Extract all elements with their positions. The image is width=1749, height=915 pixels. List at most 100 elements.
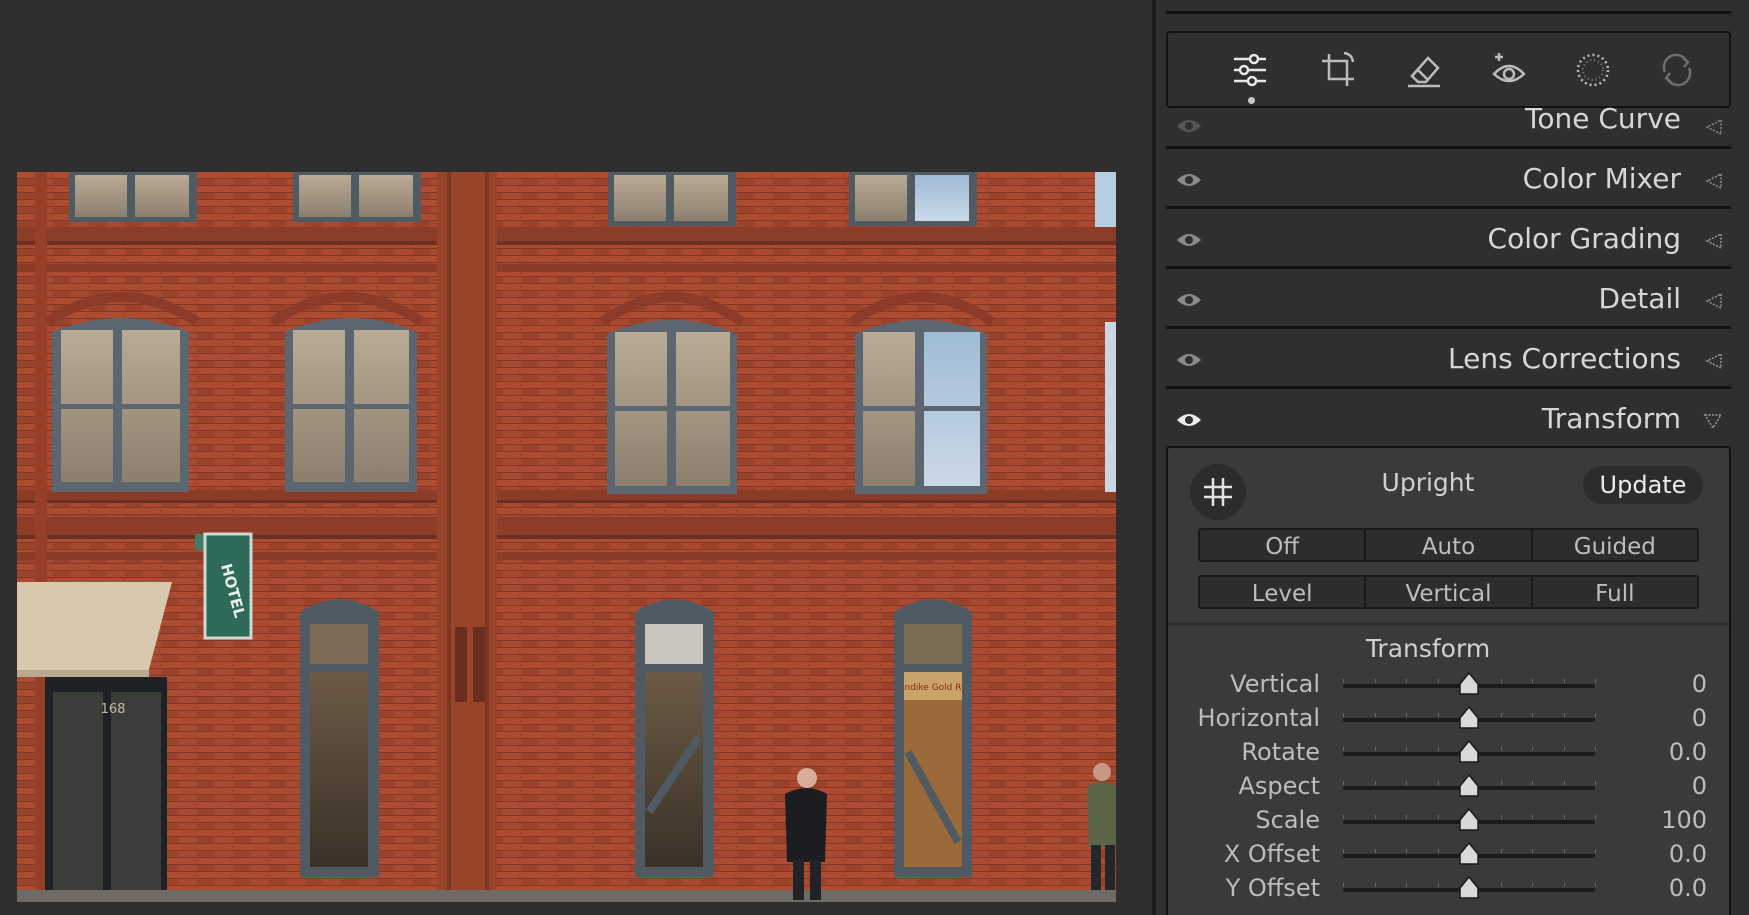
slider-tick [1563,679,1565,683]
slider-label: Aspect [1238,772,1320,800]
section-transform[interactable]: Transform [1166,394,1731,448]
slider-tick [1343,679,1344,683]
upright-vertical-button[interactable]: Vertical [1366,577,1533,607]
section-detail[interactable]: Detail [1166,274,1731,328]
slider-tick [1406,883,1407,887]
slider-tick [1595,849,1596,853]
transform-separator [1168,623,1729,625]
slider-thumb[interactable] [1458,706,1480,730]
slider-track[interactable] [1343,672,1596,695]
slider-value[interactable]: 0.0 [1669,840,1707,868]
slider-tick [1532,781,1533,785]
slider-tick [1563,849,1565,853]
slider-tick [1343,815,1344,819]
slider-thumb[interactable] [1458,876,1480,900]
slider-tick [1406,815,1407,819]
slider-tick [1500,815,1502,819]
upright-off-button[interactable]: Off [1200,530,1367,560]
section-rule [1166,266,1731,269]
slider-tick [1406,679,1407,683]
slider-value[interactable]: 0.0 [1669,874,1707,902]
upright-auto-button[interactable]: Auto [1366,530,1533,560]
slider-track[interactable] [1343,706,1596,729]
eye-icon[interactable] [1176,410,1202,430]
slider-track[interactable] [1343,740,1596,763]
slider-value[interactable]: 0 [1692,704,1707,732]
crop-tool[interactable] [1315,47,1361,93]
crop-icon [1322,51,1355,86]
edit-sliders-tool[interactable] [1227,47,1273,93]
section-lens-corrections[interactable]: Lens Corrections [1166,334,1731,388]
slider-tick [1374,679,1376,683]
slider-tick [1595,713,1596,717]
slider-tick [1500,679,1502,683]
slider-tick [1500,781,1502,785]
slider-label: Y Offset [1225,874,1320,902]
transform-panel: Upright Update Off Auto Guided Level Ver… [1166,446,1731,915]
remix-icon [1662,53,1692,87]
slider-value[interactable]: 100 [1661,806,1707,834]
upright-full-button[interactable]: Full [1532,577,1697,607]
sliders-icon [1234,53,1266,87]
slider-tick [1406,713,1407,717]
svg-text:ndike Gold R: ndike Gold R [904,683,961,693]
slider-value[interactable]: 0 [1692,670,1707,698]
slider-thumb[interactable] [1458,808,1480,832]
eye-icon[interactable] [1176,116,1202,136]
upright-level-button[interactable]: Level [1200,577,1367,607]
collapse-triangle-icon[interactable] [1703,352,1723,370]
slider-tick [1343,849,1344,853]
section-rule [1166,386,1731,389]
section-title: Lens Corrections [1447,342,1681,375]
transform-heading: Transform [1365,634,1491,663]
eye-icon[interactable] [1176,170,1202,190]
collapse-triangle-icon[interactable] [1703,232,1723,250]
slider-thumb[interactable] [1458,672,1480,696]
eraser-icon [1408,56,1440,88]
panel-top-rule [1166,11,1731,14]
expand-triangle-icon[interactable] [1703,412,1723,430]
photo-canvas-area: HOTEL 168 ndike Gold R [0,0,1152,915]
slider-tick [1532,849,1533,853]
update-button[interactable]: Update [1583,466,1703,504]
eye-icon[interactable] [1176,230,1202,250]
slider-tick [1532,815,1533,819]
slider-value[interactable]: 0.0 [1669,738,1707,766]
collapse-triangle-icon[interactable] [1703,118,1723,136]
slider-tick [1374,713,1376,717]
slider-tick [1563,815,1565,819]
slider-tick [1563,713,1565,717]
slider-tick [1406,849,1407,853]
eye-icon[interactable] [1176,290,1202,310]
slider-tick [1374,781,1376,785]
slider-thumb[interactable] [1458,774,1480,798]
slider-rotate: Rotate 0.0 [1168,736,1729,772]
presets-tool[interactable] [1654,47,1700,93]
slider-track[interactable] [1343,808,1596,831]
slider-thumb[interactable] [1458,740,1480,764]
slider-vertical: Vertical 0 [1168,668,1729,704]
section-color-mixer[interactable]: Color Mixer [1166,154,1731,208]
slider-value[interactable]: 0 [1692,772,1707,800]
eye-icon[interactable] [1176,350,1202,370]
collapse-triangle-icon[interactable] [1703,172,1723,190]
collapse-triangle-icon[interactable] [1703,292,1723,310]
slider-x-offset: X Offset 0.0 [1168,838,1729,874]
slider-tick [1532,747,1533,751]
slider-thumb[interactable] [1458,842,1480,866]
slider-tick [1343,781,1344,785]
photo-preview[interactable]: HOTEL 168 ndike Gold R [17,172,1116,902]
red-eye-tool[interactable] [1486,47,1532,93]
upright-guided-button[interactable]: Guided [1532,530,1697,560]
healing-tool[interactable] [1401,47,1447,93]
slider-track[interactable] [1343,876,1596,899]
upright-tool-button[interactable] [1190,464,1246,520]
section-color-grading[interactable]: Color Grading [1166,214,1731,268]
guided-upright-icon [1204,478,1232,506]
slider-scale: Scale 100 [1168,804,1729,840]
slider-track[interactable] [1343,774,1596,797]
slider-tick [1437,849,1439,853]
slider-track[interactable] [1343,842,1596,865]
slider-tick [1374,815,1376,819]
masking-tool[interactable] [1570,47,1616,93]
